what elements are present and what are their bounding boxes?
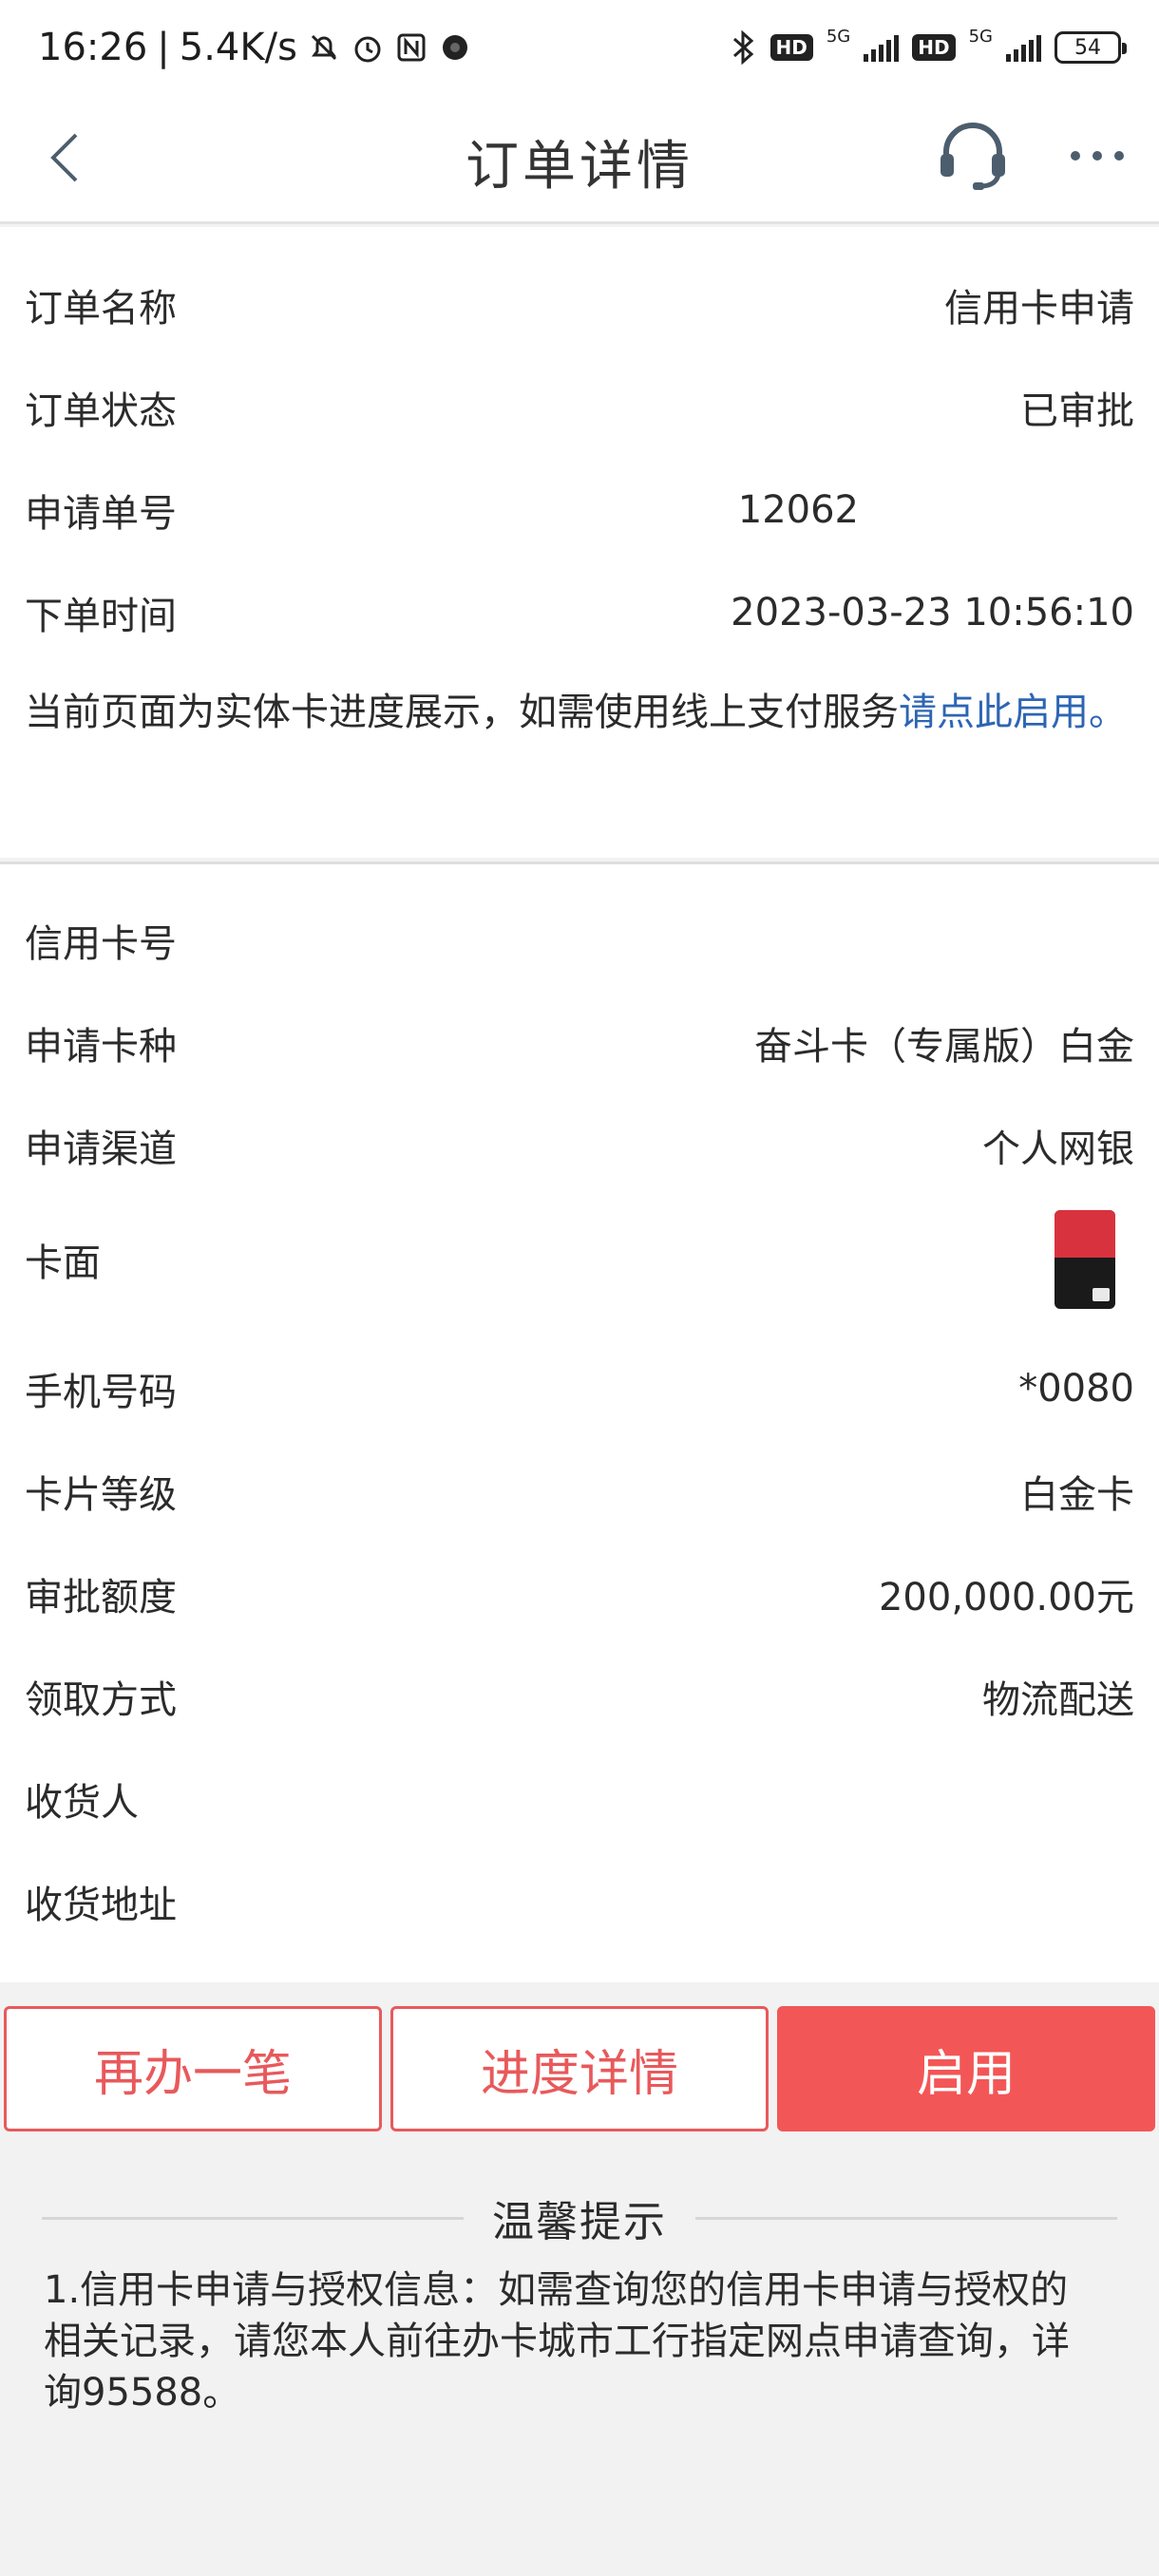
progress-details-button[interactable]: 进度详情 [390, 2006, 769, 2131]
order-name-row: 订单名称 信用卡申请 [25, 276, 1134, 333]
apply-again-button[interactable]: 再办一笔 [4, 2006, 382, 2131]
card-type-row: 申请卡种 奋斗卡（专属版）白金 [25, 1014, 1134, 1071]
mute-icon [307, 30, 341, 65]
credit-limit-row: 审批额度 200,000.00元 [25, 1565, 1134, 1622]
bluetooth-icon [729, 28, 757, 66]
order-name-value: 信用卡申请 [944, 287, 1134, 331]
notice-text: 当前页面为实体卡进度展示，如需使用线上支付服务 [25, 691, 899, 734]
hd-badge: HD [770, 34, 813, 61]
card-face-row: 卡面 [25, 1207, 1134, 1312]
nfc-icon [394, 30, 428, 65]
status-bar: 16:26 | 5.4K/s HD 5G HD 5G 54 [0, 0, 1159, 95]
application-number-row: 申请单号 12062 [25, 482, 1134, 539]
divider [42, 2216, 464, 2220]
application-number-label: 申请单号 [25, 492, 177, 536]
order-info-section: 订单名称 信用卡申请 订单状态 已审批 申请单号 12062 下单时间 2023… [0, 227, 1159, 858]
tips-body: 1.信用卡申请与授权信息：如需查询您的信用卡申请与授权的相关记录，请您本人前往办… [44, 2268, 1070, 2415]
alarm-icon [351, 30, 385, 65]
card-number-label: 信用卡号 [25, 922, 177, 966]
order-time-row: 下单时间 2023-03-23 10:56:10 [25, 584, 1134, 641]
card-face-red-area [1054, 1210, 1115, 1258]
phone-row: 手机号码 *0080 [25, 1360, 1134, 1417]
battery-level: 54 [1074, 35, 1101, 60]
recipient-label: 收货人 [25, 1781, 139, 1825]
address-row: 收货地址 [25, 1873, 1134, 1930]
tips-header: 温馨提示 [42, 2189, 1117, 2246]
order-status-row: 订单状态 已审批 [25, 379, 1134, 436]
order-time-value: 2023-03-23 10:56:10 [731, 591, 1134, 635]
hd-badge: HD [912, 34, 956, 61]
more-button[interactable] [1064, 137, 1130, 175]
order-status-label: 订单状态 [25, 389, 177, 433]
signal-icon [1006, 33, 1041, 62]
tips-title: 温馨提示 [492, 2198, 667, 2246]
phone-label: 手机号码 [25, 1371, 177, 1414]
delivery-method-value: 物流配送 [982, 1678, 1134, 1722]
card-type-label: 申请卡种 [25, 1025, 177, 1069]
recipient-row: 收货人 [25, 1771, 1134, 1828]
battery-icon: 54 [1054, 31, 1127, 64]
phone-value: *0080 [1018, 1367, 1134, 1411]
card-number-row: 信用卡号 [25, 912, 1134, 969]
card-level-label: 卡片等级 [25, 1473, 177, 1517]
order-status-value: 已审批 [1020, 389, 1134, 433]
card-level-value: 白金卡 [1020, 1473, 1134, 1517]
more-icon [1071, 151, 1124, 161]
channel-row: 申请渠道 个人网银 [25, 1117, 1134, 1174]
headset-icon [940, 123, 1005, 190]
card-face-label: 卡面 [25, 1241, 101, 1285]
customer-service-button[interactable] [935, 118, 1011, 194]
app-notification-icon [438, 30, 472, 65]
credit-limit-label: 审批额度 [25, 1576, 177, 1619]
nav-bar: 订单详情 [0, 95, 1159, 224]
5g-label: 5G [826, 26, 851, 47]
delivery-method-row: 领取方式 物流配送 [25, 1668, 1134, 1725]
card-info-section: 信用卡号 申请卡种 奋斗卡（专属版）白金 申请渠道 个人网银 卡面 手机号码 *… [0, 862, 1159, 1982]
card-face-logo [1092, 1288, 1110, 1301]
enable-online-payment-link[interactable]: 请点此启用。 [899, 691, 1127, 734]
channel-label: 申请渠道 [25, 1127, 177, 1171]
divider [695, 2216, 1117, 2220]
order-time-label: 下单时间 [25, 595, 177, 638]
status-right: HD 5G HD 5G 54 [729, 26, 1127, 66]
application-number-value: 12062 [737, 488, 859, 532]
activate-button[interactable]: 启用 [777, 2006, 1155, 2131]
card-level-row: 卡片等级 白金卡 [25, 1463, 1134, 1520]
card-type-value: 奋斗卡（专属版）白金 [754, 1025, 1134, 1069]
delivery-method-label: 领取方式 [25, 1678, 177, 1722]
status-divider: | [157, 26, 170, 69]
credit-limit-value: 200,000.00元 [878, 1576, 1134, 1619]
5g-label: 5G [968, 26, 993, 47]
channel-value: 个人网银 [982, 1127, 1134, 1171]
order-name-label: 订单名称 [25, 287, 177, 331]
card-face-image[interactable] [1054, 1210, 1115, 1309]
status-time: 16:26 [38, 26, 148, 69]
status-left: 16:26 | 5.4K/s [38, 26, 472, 69]
online-payment-notice: 当前页面为实体卡进度展示，如需使用线上支付服务请点此启用。 [25, 683, 1134, 742]
net-speed: 5.4K/s [179, 26, 297, 69]
signal-icon [864, 33, 900, 62]
address-label: 收货地址 [25, 1884, 177, 1927]
